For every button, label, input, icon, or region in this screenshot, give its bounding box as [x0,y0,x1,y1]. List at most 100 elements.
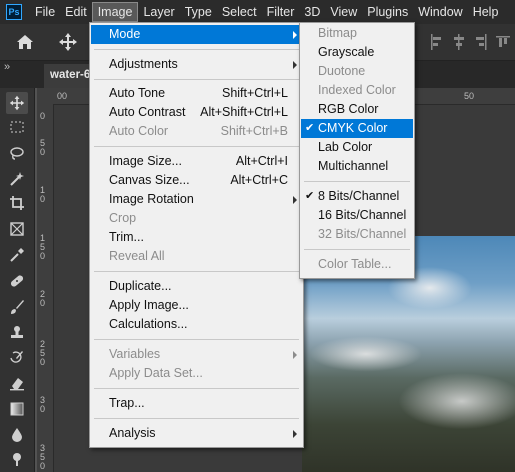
bandage-icon [10,275,24,287]
menu-item-shortcut: Alt+Ctrl+I [235,154,288,168]
move-tool-icon[interactable] [58,32,78,52]
mode-item-duotone: Duotone [301,62,413,81]
menu-item-apply-image[interactable]: Apply Image... [91,296,302,315]
magic-wand-tool[interactable] [6,168,28,190]
menu-item-label: Image Rotation [109,192,194,206]
menu-item-duplicate[interactable]: Duplicate... [91,277,302,296]
menu-item-label: Apply Image... [109,298,189,312]
menu-item-label: Image Size... [109,154,182,168]
healing-brush-tool[interactable] [6,270,28,292]
menu-item-label: Lab Color [318,140,373,154]
menu-item-label: Analysis [109,426,156,440]
menu-item-auto-tone[interactable]: Auto Tone Shift+Ctrl+L [91,84,302,103]
menu-view[interactable]: View [325,2,362,22]
mode-item-lab-color[interactable]: Lab Color [301,138,413,157]
align-center-icon[interactable] [452,34,466,50]
submenu-arrow-icon [293,196,297,204]
history-brush-tool[interactable] [6,346,28,368]
mode-item-multichannel[interactable]: Multichannel [301,157,413,176]
marquee-icon [10,121,24,133]
ruler-label: 50 [464,91,475,101]
ruler-label: 0 [40,357,46,367]
menu-layer[interactable]: Layer [138,2,179,22]
align-left-icon[interactable] [430,34,444,50]
home-icon[interactable] [15,32,35,52]
ruler-label: 0 [40,147,46,157]
lasso-tool[interactable] [6,142,28,164]
brush-icon [11,300,24,314]
menu-item-adjustments[interactable]: Adjustments [91,55,302,74]
stamp-tool[interactable] [6,322,28,344]
magic-wand-icon [10,172,24,186]
submenu-arrow-icon [293,31,297,39]
mode-item-cmyk-color[interactable]: ✔ CMYK Color [301,119,413,138]
marquee-tool[interactable] [6,116,28,138]
menu-item-image-rotation[interactable]: Image Rotation [91,190,302,209]
menu-item-analysis[interactable]: Analysis [91,424,302,443]
menu-item-variables: Variables [91,345,302,364]
menu-bar: Ps File Edit Image Layer Type Select Fil… [0,0,515,24]
mode-item-rgb-color[interactable]: RGB Color [301,100,413,119]
menu-item-crop: Crop [91,209,302,228]
dodge-icon [13,453,21,466]
move-tool[interactable] [6,92,28,114]
menu-item-auto-color: Auto Color Shift+Ctrl+B [91,122,302,141]
menu-item-image-size[interactable]: Image Size... Alt+Ctrl+I [91,152,302,171]
menu-type[interactable]: Type [180,2,217,22]
mode-submenu: Bitmap Grayscale Duotone Indexed Color R… [299,22,415,279]
mode-item-8-bits[interactable]: ✔ 8 Bits/Channel [301,187,413,206]
menu-item-label: Duotone [318,64,366,78]
menu-image[interactable]: Image [91,2,139,22]
menu-item-apply-data-set: Apply Data Set... [91,364,302,383]
menu-item-reveal-all: Reveal All [91,247,302,266]
menu-item-canvas-size[interactable]: Canvas Size... Alt+Ctrl+C [91,171,302,190]
menu-item-calculations[interactable]: Calculations... [91,315,302,334]
mode-item-color-table: Color Table... [301,255,413,274]
dodge-tool[interactable] [6,448,28,470]
menu-separator [94,146,299,147]
menu-item-label: Multichannel [318,159,389,173]
blur-tool[interactable] [6,424,28,446]
menu-item-mode[interactable]: Mode [91,25,302,44]
menu-item-label: Trap... [109,396,145,410]
eraser-tool[interactable] [6,372,28,394]
menu-item-trim[interactable]: Trim... [91,228,302,247]
mode-item-16-bits[interactable]: 16 Bits/Channel [301,206,413,225]
menu-select[interactable]: Select [217,2,262,22]
submenu-arrow-icon [293,430,297,438]
menu-item-label: Auto Tone [109,86,166,100]
photoshop-logo: Ps [6,4,22,20]
menu-item-label: Auto Contrast [109,105,186,119]
menu-separator [94,79,299,80]
menu-item-label: Adjustments [109,57,178,71]
eyedropper-tool[interactable] [6,244,28,266]
menu-item-auto-contrast[interactable]: Auto Contrast Alt+Shift+Ctrl+L [91,103,302,122]
crop-tool[interactable] [6,192,28,214]
menu-plugins[interactable]: Plugins [362,2,413,22]
ruler-label: 0 [40,298,46,308]
align-right-icon[interactable] [474,34,488,50]
brush-tool[interactable] [6,296,28,318]
align-top-icon[interactable] [496,34,510,50]
mode-item-32-bits: 32 Bits/Channel [301,225,413,244]
menu-separator [304,249,410,250]
ruler-label: 0 [40,251,46,261]
menu-filter[interactable]: Filter [262,2,300,22]
frame-icon [10,222,24,236]
menu-edit[interactable]: Edit [60,2,92,22]
frame-tool[interactable] [6,218,28,240]
menu-help[interactable]: Help [468,2,504,22]
menu-window[interactable]: Window [413,2,467,22]
menu-separator [94,49,299,50]
menu-3d[interactable]: 3D [299,2,325,22]
gradient-tool[interactable] [6,398,28,420]
ruler-corner [37,88,54,104]
menu-file[interactable]: File [30,2,60,22]
menu-item-label: Bitmap [318,26,357,40]
mode-item-grayscale[interactable]: Grayscale [301,43,413,62]
menu-item-label: Grayscale [318,45,375,59]
menu-item-label: Duplicate... [109,279,172,293]
menu-item-trap[interactable]: Trap... [91,394,302,413]
panel-expand-toggle[interactable]: » [4,61,10,73]
menu-item-label: CMYK Color [318,121,388,135]
